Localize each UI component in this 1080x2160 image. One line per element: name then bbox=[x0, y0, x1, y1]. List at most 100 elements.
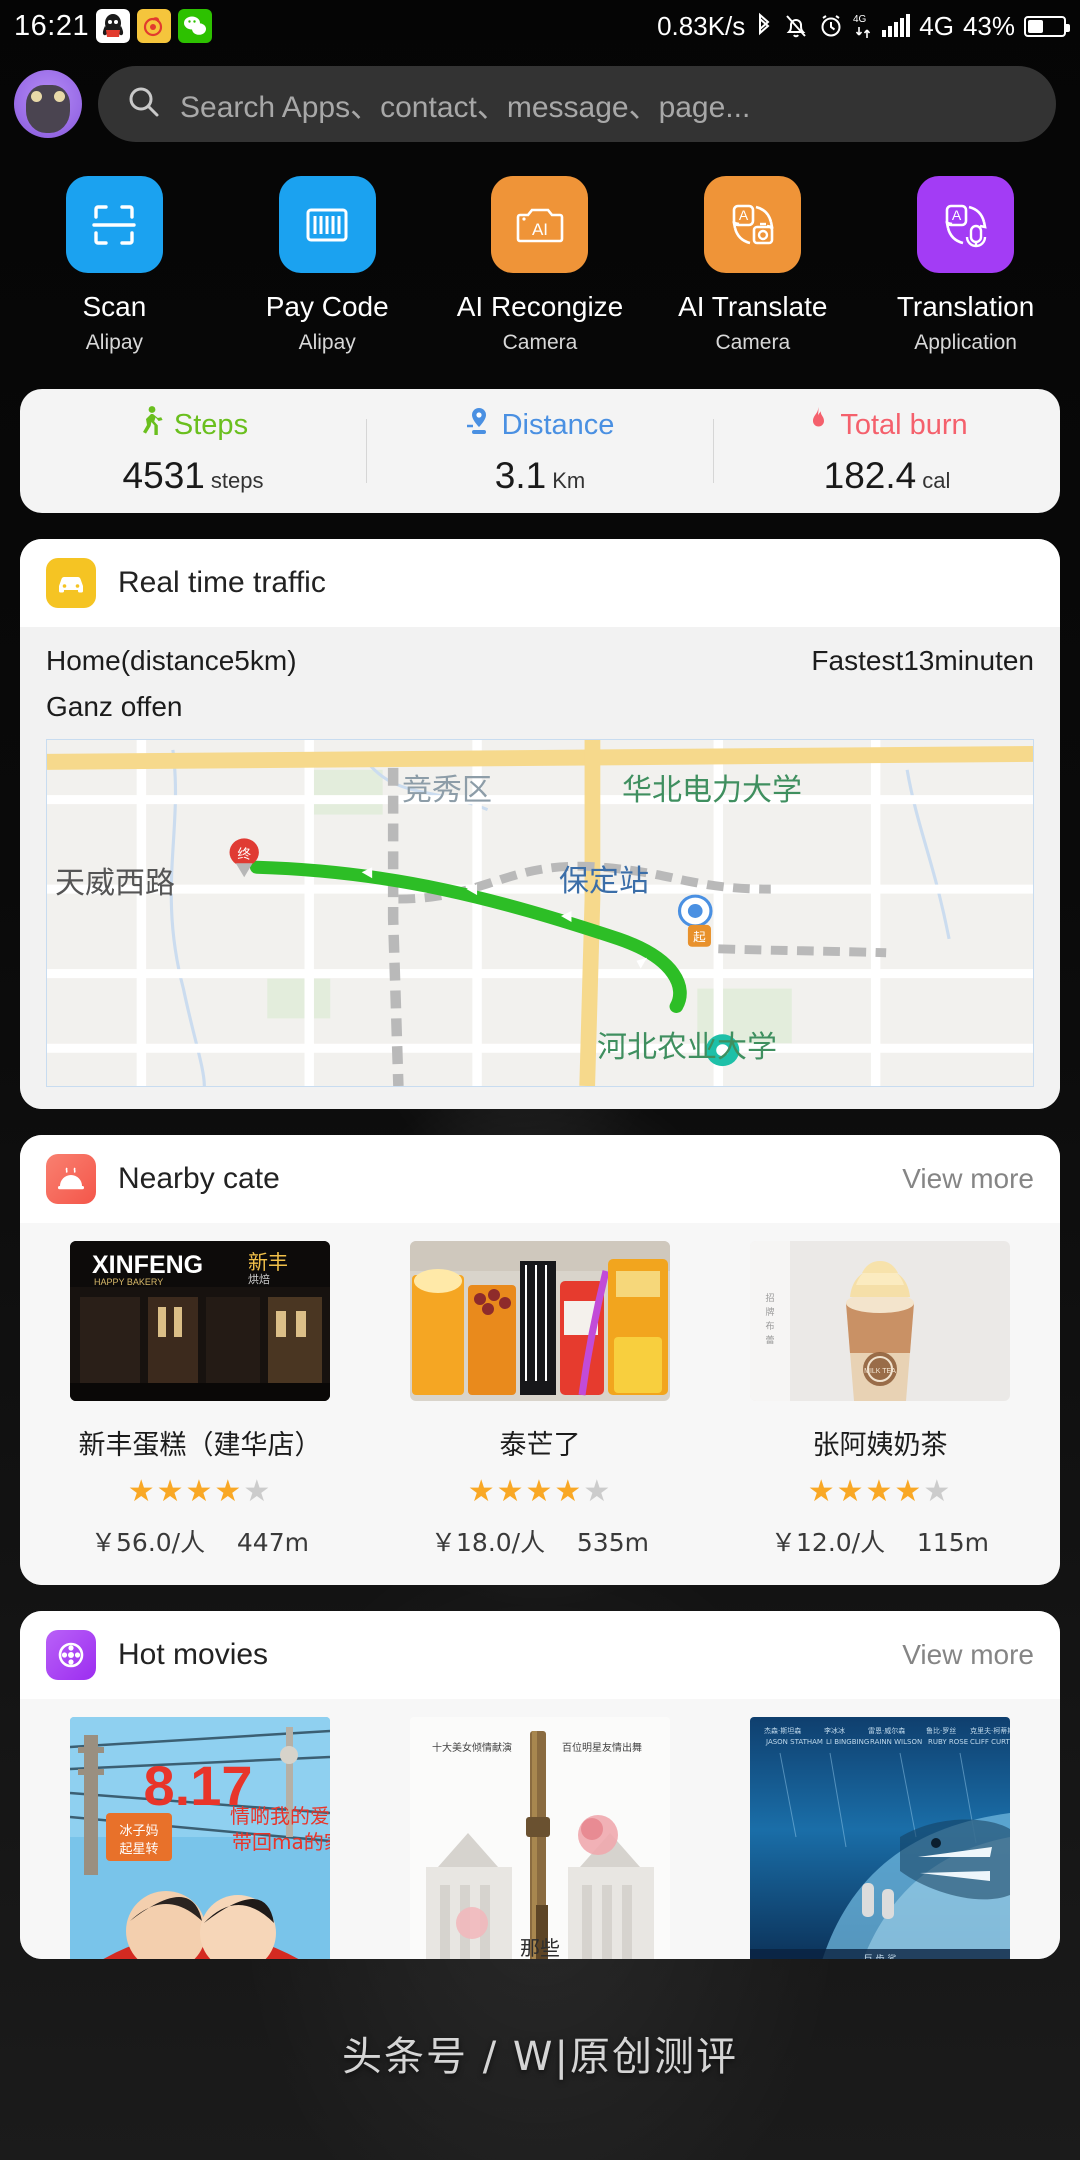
shortcut-sublabel: Alipay bbox=[85, 331, 143, 354]
svg-text:A: A bbox=[739, 207, 749, 223]
search-input[interactable]: Search Apps、contact、message、page... bbox=[98, 66, 1056, 142]
wechat-icon bbox=[178, 9, 213, 43]
status-clock: 16:21 bbox=[14, 9, 90, 42]
fitness-total-burn[interactable]: Total burn 182.4 cal bbox=[714, 405, 1060, 497]
runner-icon bbox=[138, 405, 164, 445]
map-label-north-china-electric: 华北电力大学 bbox=[622, 773, 802, 808]
signal-bars-icon bbox=[882, 14, 911, 37]
rating-stars: ★★★★★ bbox=[807, 1475, 953, 1508]
nearby-cate-card[interactable]: Nearby cate View more XINFENG 新丰 烘焙 HAPP… bbox=[20, 1135, 1060, 1585]
fitness-steps[interactable]: Steps 4531 steps bbox=[20, 405, 366, 497]
search-icon bbox=[126, 84, 162, 125]
data-transfer-icon: 4G bbox=[853, 11, 873, 41]
fitness-distance[interactable]: Distance 3.1 Km bbox=[367, 405, 713, 497]
flame-icon bbox=[806, 405, 830, 445]
shortcut-label: Translation bbox=[896, 291, 1035, 322]
svg-text:CLIFF CURTIS: CLIFF CURTIS bbox=[970, 1738, 1010, 1746]
traffic-map[interactable]: 终 起 竞秀区 华北电力大学 保定站 天威西路 河北农业大学 bbox=[46, 739, 1034, 1087]
svg-text:牌: 牌 bbox=[765, 1306, 774, 1318]
fitness-value: 182.4 bbox=[823, 455, 917, 496]
traffic-status: Ganz offen bbox=[46, 691, 183, 722]
map-label-baoding-station: 保定站 bbox=[559, 864, 649, 899]
svg-text:A: A bbox=[951, 207, 961, 223]
svg-text:李冰冰: 李冰冰 bbox=[824, 1726, 845, 1735]
svg-text:终: 终 bbox=[237, 847, 251, 863]
svg-text:起: 起 bbox=[693, 930, 706, 944]
svg-text:RAINN WILSON: RAINN WILSON bbox=[870, 1738, 922, 1746]
food-name: 泰芒了 bbox=[499, 1430, 581, 1461]
map-label-hebei-agricultural: 河北农业大学 bbox=[597, 1030, 777, 1065]
fitness-unit: Km bbox=[552, 468, 586, 493]
traffic-title: Real time traffic bbox=[118, 566, 326, 599]
traffic-eta: Fastest13minuten bbox=[811, 645, 1034, 676]
mango-drinks-photo bbox=[410, 1241, 670, 1401]
shortcut-ai-translate[interactable]: A AI Translate Camera bbox=[646, 176, 859, 355]
traffic-destination: Home(distance5km) bbox=[46, 645, 297, 676]
shortcut-translation[interactable]: A Translation Application bbox=[859, 176, 1072, 355]
alarm-icon bbox=[818, 12, 844, 40]
svg-text:十大美女倾情献演: 十大美女倾情献演 bbox=[432, 1741, 512, 1754]
fitness-card[interactable]: Steps 4531 steps Distance 3.1 Km Total b… bbox=[20, 389, 1060, 513]
hot-movies-list: 8.17 冰子妈 起星转 情啲我的爱 带回ma的家 bbox=[20, 1699, 1060, 1959]
barcode-icon bbox=[278, 176, 376, 273]
comedy-couple-poster: 8.17 冰子妈 起星转 情啲我的爱 带回ma的家 bbox=[70, 1717, 330, 1959]
fitness-value: 3.1 bbox=[494, 455, 547, 496]
list-item[interactable]: XINFENG 新丰 烘焙 HAPPY BAKERY 新丰蛋糕（建华店） ★★★… bbox=[30, 1241, 370, 1559]
traffic-body: Home(distance5km) Fastest13minuten Ganz … bbox=[20, 627, 1060, 1109]
food-dome-icon bbox=[46, 1154, 96, 1204]
nearby-cate-view-more[interactable]: View more bbox=[902, 1163, 1034, 1195]
shortcut-scan[interactable]: Scan Alipay bbox=[8, 176, 221, 355]
search-placeholder: Search Apps、contact、message、page... bbox=[180, 91, 751, 124]
bluetooth-icon bbox=[754, 12, 774, 40]
svg-text:巨 齿 鲨: 巨 齿 鲨 bbox=[864, 1954, 897, 1959]
food-meta: ￥18.0/人 535m bbox=[431, 1523, 649, 1559]
traffic-card[interactable]: Real time traffic Home(distance5km) Fast… bbox=[20, 539, 1060, 1109]
shortcut-sublabel: Camera bbox=[502, 331, 578, 354]
avatar[interactable] bbox=[14, 70, 82, 138]
shortcut-ai-recognize[interactable]: AI AI Recongize Camera bbox=[434, 176, 647, 355]
shortcut-sublabel: Alipay bbox=[298, 331, 356, 354]
food-price: ￥12.0/人 bbox=[771, 1528, 886, 1557]
traffic-card-header: Real time traffic bbox=[20, 539, 1060, 627]
svg-text:HAPPY BAKERY: HAPPY BAKERY bbox=[94, 1277, 163, 1287]
scan-frame-icon bbox=[65, 176, 163, 273]
shortcut-sublabel: Application bbox=[914, 331, 1017, 354]
svg-text:4G: 4G bbox=[853, 14, 867, 25]
nearby-cate-list: XINFENG 新丰 烘焙 HAPPY BAKERY 新丰蛋糕（建华店） ★★★… bbox=[20, 1223, 1060, 1585]
list-item[interactable]: 8.17 冰子妈 起星转 情啲我的爱 带回ma的家 bbox=[30, 1717, 370, 1959]
fitness-unit: cal bbox=[922, 468, 951, 493]
shortcut-label: AI Translate bbox=[678, 291, 828, 322]
search-row: Search Apps、contact、message、page... bbox=[0, 52, 1080, 142]
svg-text:带回ma的家: 带回ma的家 bbox=[232, 1830, 330, 1854]
svg-text:JASON STATHAM: JASON STATHAM bbox=[765, 1738, 823, 1746]
list-item[interactable]: 十大美女倾情献演 百位明星友情出舞 那些 bbox=[370, 1717, 710, 1959]
svg-text:杰森·斯坦森: 杰森·斯坦森 bbox=[764, 1726, 801, 1735]
hot-movies-title: Hot movies bbox=[118, 1638, 269, 1671]
watermark: 头条号 / W|原创测评 bbox=[342, 2034, 738, 2080]
svg-text:布: 布 bbox=[765, 1320, 774, 1332]
svg-text:鲁比·罗丝: 鲁比·罗丝 bbox=[926, 1726, 956, 1735]
translate-camera-icon: A bbox=[704, 176, 802, 273]
status-bar-left: 16:21 bbox=[14, 9, 213, 43]
list-item[interactable]: 杰森·斯坦森 李冰冰 雷恩·威尔森 鲁比·罗丝 克里夫·柯蒂斯 JASON STAT… bbox=[710, 1717, 1050, 1959]
hot-movies-card[interactable]: Hot movies View more 8.17 冰子妈 起星转 情啲我的爱 … bbox=[20, 1611, 1060, 1959]
fitness-unit: steps bbox=[210, 468, 264, 493]
network-type: 4G bbox=[919, 10, 954, 41]
food-distance: 447m bbox=[236, 1528, 309, 1557]
milk-tea-photo: 招 牌 布 蕾 MILK TEA bbox=[750, 1241, 1010, 1401]
svg-text:克里夫·柯蒂斯: 克里夫·柯蒂斯 bbox=[970, 1726, 1010, 1735]
list-item[interactable]: 招 牌 布 蕾 MILK TEA 张阿姨奶茶 ★★★★★ ￥12.0/人 115… bbox=[710, 1241, 1050, 1559]
mute-bell-icon bbox=[783, 12, 809, 40]
film-reel-icon bbox=[46, 1630, 96, 1680]
shortcut-label: Pay Code bbox=[265, 291, 389, 322]
svg-text:LI BINGBING: LI BINGBING bbox=[826, 1738, 869, 1746]
list-item[interactable]: 泰芒了 ★★★★★ ￥18.0/人 535m bbox=[370, 1241, 710, 1559]
svg-text:那些: 那些 bbox=[520, 1936, 560, 1959]
svg-text:烘焙: 烘焙 bbox=[248, 1272, 270, 1286]
nearby-cate-header: Nearby cate View more bbox=[20, 1135, 1060, 1223]
svg-text:百位明星友情出舞: 百位明星友情出舞 bbox=[562, 1741, 642, 1754]
hot-movies-view-more[interactable]: View more bbox=[902, 1639, 1034, 1671]
rating-stars: ★★★★★ bbox=[127, 1475, 273, 1508]
white-rose-rifle-poster: 十大美女倾情献演 百位明星友情出舞 那些 bbox=[410, 1717, 670, 1959]
shortcut-pay-code[interactable]: Pay Code Alipay bbox=[221, 176, 434, 355]
